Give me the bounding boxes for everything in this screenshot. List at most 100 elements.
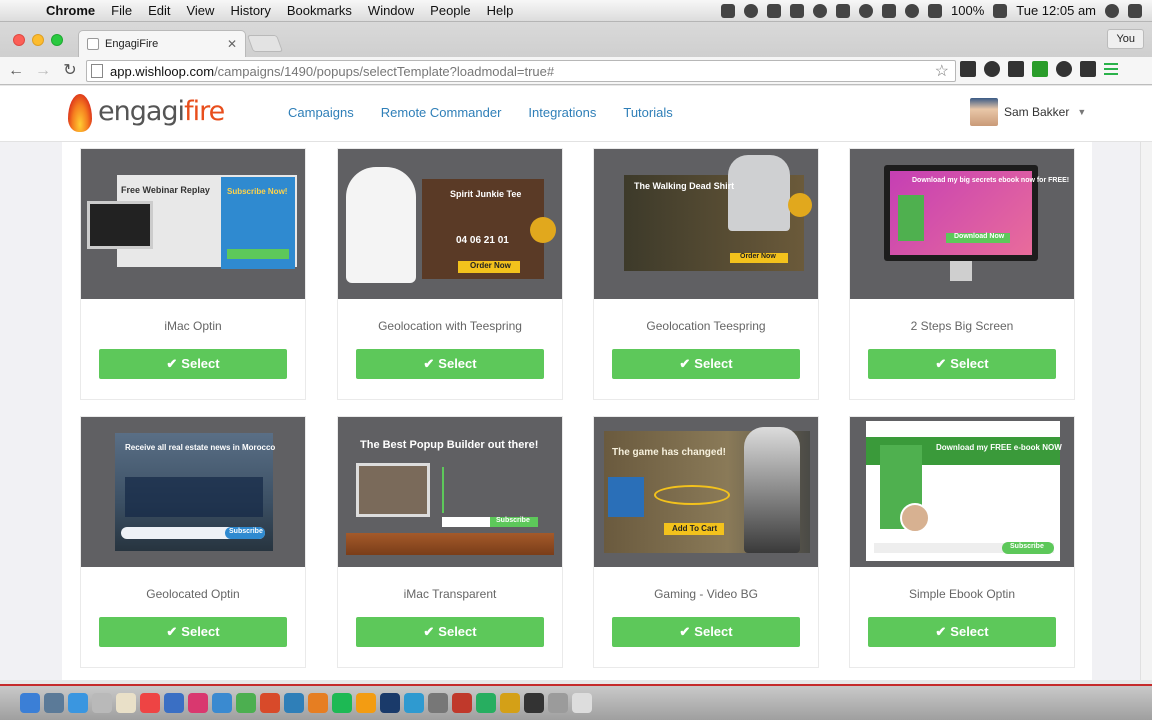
menu-people[interactable]: People — [422, 3, 478, 18]
evernote-icon[interactable] — [476, 693, 496, 713]
user-name: Sam Bakker — [1004, 105, 1070, 119]
chrome-icon[interactable] — [236, 693, 256, 713]
spotify-icon[interactable] — [332, 693, 352, 713]
firefox-icon[interactable] — [308, 693, 328, 713]
select-button[interactable]: ✔ Select — [612, 349, 800, 379]
thumb-heading: Free Webinar Replay — [121, 185, 210, 195]
minimize-window-icon[interactable] — [32, 34, 44, 46]
site-header: engagifire Campaigns Remote Commander In… — [0, 86, 1152, 142]
checklist-icon[interactable] — [836, 3, 851, 18]
powerpoint-icon[interactable] — [260, 693, 280, 713]
menu-help[interactable]: Help — [479, 3, 522, 18]
adobe-icon[interactable] — [721, 3, 736, 18]
list-icon[interactable] — [1128, 3, 1142, 18]
select-button[interactable]: ✔ Select — [868, 617, 1056, 647]
engagifire-logo[interactable]: engagifire — [66, 88, 225, 134]
template-thumbnail[interactable]: Spirit Junkie Tee 04 06 21 01 Order Now — [338, 149, 562, 299]
select-button[interactable]: ✔ Select — [868, 349, 1056, 379]
finder-icon[interactable] — [20, 693, 40, 713]
thumb-subheading: Subscribe Now! — [227, 187, 288, 196]
template-thumbnail[interactable]: The Walking Dead Shirt Order Now — [594, 149, 818, 299]
template-card: The Walking Dead Shirt Order Now Geoloca… — [593, 148, 819, 400]
skype-alt-icon[interactable] — [404, 693, 424, 713]
menu-bookmarks[interactable]: Bookmarks — [279, 3, 360, 18]
eyedropper-icon[interactable] — [960, 61, 976, 77]
select-button[interactable]: ✔ Select — [99, 617, 287, 647]
calendar-icon[interactable] — [140, 693, 160, 713]
menu-edit[interactable]: Edit — [140, 3, 178, 18]
menu-file[interactable]: File — [103, 3, 140, 18]
app-store-icon[interactable] — [164, 693, 184, 713]
template-thumbnail[interactable]: The Best Popup Builder out there! Subscr… — [338, 417, 562, 567]
tab-close-icon[interactable]: ✕ — [227, 37, 237, 51]
search-icon[interactable] — [1105, 3, 1119, 18]
bluetooth-icon[interactable] — [882, 3, 897, 18]
new-tab-button[interactable] — [246, 35, 284, 52]
template-thumbnail[interactable]: Receive all real estate news in Morocco … — [81, 417, 305, 567]
template-title: iMac Optin — [164, 319, 222, 333]
page-scrollbar[interactable] — [1140, 142, 1152, 680]
wifi-icon[interactable] — [905, 3, 920, 18]
browser-tab[interactable]: EngagiFire ✕ — [78, 30, 246, 57]
sketch-icon[interactable] — [500, 693, 520, 713]
nav-tutorials[interactable]: Tutorials — [623, 105, 672, 120]
template-thumbnail[interactable]: Download my FREE e-book NOW Subscribe — [850, 417, 1074, 567]
dropbox-icon[interactable] — [790, 3, 805, 18]
battery-icon[interactable] — [993, 3, 1008, 18]
cloud-icon[interactable] — [813, 3, 828, 18]
trash-icon[interactable] — [572, 693, 592, 713]
macos-menu-bar: Chrome File Edit View History Bookmarks … — [0, 0, 1152, 22]
preview-icon[interactable] — [428, 693, 448, 713]
reload-icon[interactable]: ↻ — [59, 60, 81, 82]
volume-icon[interactable] — [928, 3, 943, 18]
select-button[interactable]: ✔ Select — [356, 349, 544, 379]
filezilla-icon[interactable] — [452, 693, 472, 713]
template-title: Geolocated Optin — [146, 587, 240, 601]
check-icon: ✔ — [679, 624, 691, 639]
chrome-menu-icon[interactable] — [1104, 63, 1118, 75]
system-preferences-icon[interactable] — [548, 693, 568, 713]
photoshop-icon[interactable] — [380, 693, 400, 713]
address-bar[interactable]: app.wishloop.com /campaigns/1490/popups/… — [86, 60, 956, 82]
sync-icon[interactable] — [859, 3, 874, 18]
vlc-icon[interactable] — [356, 693, 376, 713]
puzzle-icon[interactable] — [1080, 61, 1096, 77]
menu-app-name[interactable]: Chrome — [38, 3, 103, 18]
info-icon[interactable] — [984, 61, 1000, 77]
extension-icon[interactable] — [1008, 61, 1024, 77]
notes-icon[interactable] — [116, 693, 136, 713]
profile-button[interactable]: You — [1107, 29, 1144, 49]
back-arrow-icon[interactable]: ← — [5, 60, 27, 82]
template-thumbnail[interactable]: The game has changed! Add To Cart — [594, 417, 818, 567]
sidebar-icon[interactable] — [767, 3, 782, 18]
skype-icon[interactable] — [284, 693, 304, 713]
nav-remote-commander[interactable]: Remote Commander — [381, 105, 502, 120]
bookmark-star-icon[interactable]: ☆ — [935, 61, 949, 81]
maximize-window-icon[interactable] — [51, 34, 63, 46]
nav-campaigns[interactable]: Campaigns — [288, 105, 354, 120]
select-button[interactable]: ✔ Select — [356, 617, 544, 647]
itunes-icon[interactable] — [188, 693, 208, 713]
user-menu[interactable]: Sam Bakker ▼ — [970, 98, 1086, 126]
template-thumbnail[interactable]: Download my big secrets ebook now for FR… — [850, 149, 1074, 299]
select-button[interactable]: ✔ Select — [99, 349, 287, 379]
forward-arrow-icon[interactable]: → — [32, 60, 54, 82]
launchpad-icon[interactable] — [44, 693, 64, 713]
mail-icon[interactable] — [92, 693, 112, 713]
close-window-icon[interactable] — [13, 34, 25, 46]
terminal-icon[interactable] — [524, 693, 544, 713]
globe-icon[interactable] — [1056, 61, 1072, 77]
menu-view[interactable]: View — [178, 3, 222, 18]
clock[interactable]: Tue 12:05 am — [1016, 3, 1096, 18]
safari-icon[interactable] — [68, 693, 88, 713]
battery-percent[interactable]: 100% — [951, 3, 984, 18]
nav-integrations[interactable]: Integrations — [528, 105, 596, 120]
thumb-cta-label: Subscribe — [229, 528, 263, 535]
circle-icon[interactable] — [744, 3, 759, 18]
menu-window[interactable]: Window — [360, 3, 422, 18]
template-thumbnail[interactable]: Free Webinar Replay Subscribe Now! — [81, 149, 305, 299]
select-button[interactable]: ✔ Select — [612, 617, 800, 647]
green-extension-icon[interactable] — [1032, 61, 1048, 77]
menu-history[interactable]: History — [222, 3, 278, 18]
word-icon[interactable] — [212, 693, 232, 713]
